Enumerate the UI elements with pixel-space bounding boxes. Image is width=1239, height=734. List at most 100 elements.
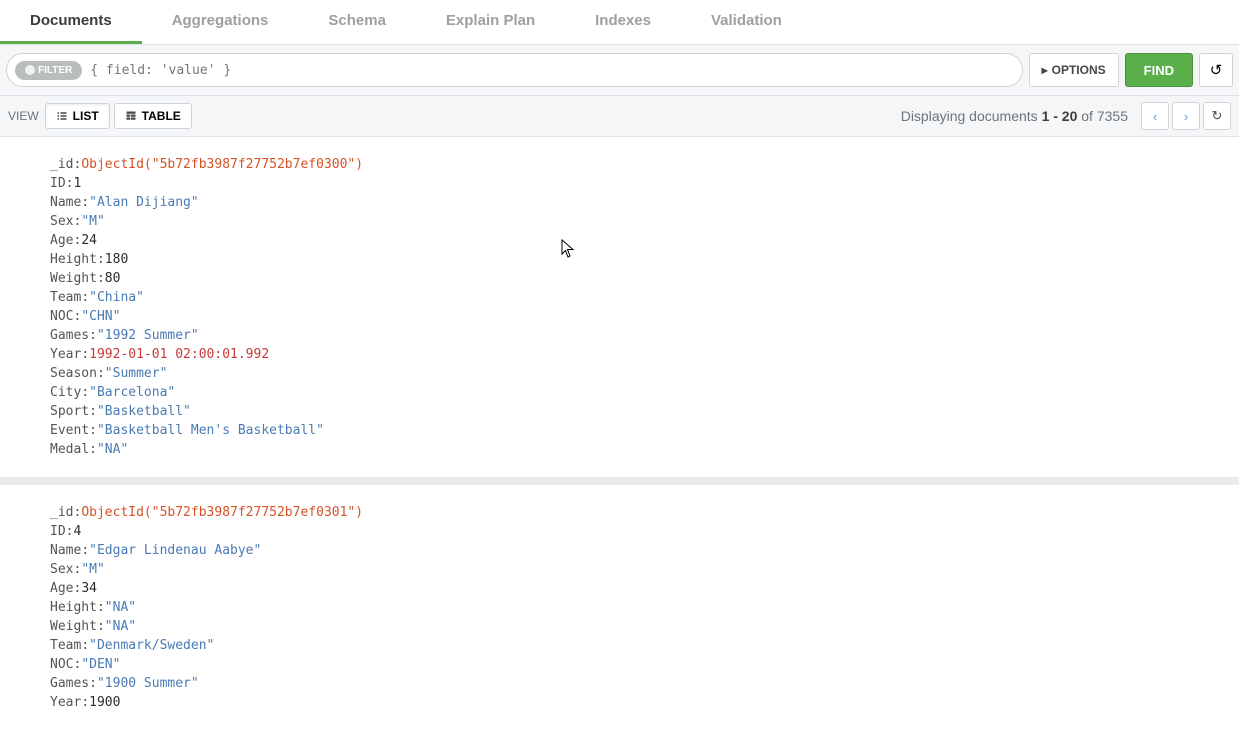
pagination-total: 7355 (1097, 108, 1128, 124)
field-key: Age (50, 581, 73, 596)
field-value: "Denmark/Sweden" (89, 638, 214, 653)
field-row: Games:"1900 Summer" (50, 674, 1219, 693)
query-bar: FILTER ▸ OPTIONS FIND ↺ (0, 45, 1239, 96)
field-key: Weight (50, 271, 97, 286)
collection-tabs: DocumentsAggregationsSchemaExplain PlanI… (0, 0, 1239, 45)
field-value: "1992 Summer" (97, 328, 199, 343)
field-row: Year:1900 (50, 693, 1219, 712)
field-value: 1900 (89, 695, 120, 710)
view-label: VIEW (8, 109, 39, 123)
field-value: "M" (81, 214, 104, 229)
refresh-button[interactable]: ↻ (1203, 102, 1231, 130)
field-colon: : (81, 347, 89, 362)
field-row: Games:"1992 Summer" (50, 326, 1219, 345)
history-icon: ↺ (1210, 61, 1223, 79)
field-row: City:"Barcelona" (50, 383, 1219, 402)
field-value: "Summer" (105, 366, 168, 381)
field-key: Medal (50, 442, 89, 457)
chevron-left-icon: ‹ (1153, 109, 1157, 124)
field-value: 34 (81, 581, 97, 596)
field-row: Height:180 (50, 250, 1219, 269)
field-row: _id:ObjectId("5b72fb3987f27752b7ef0301") (50, 503, 1219, 522)
field-row: ID:1 (50, 174, 1219, 193)
field-value: 24 (81, 233, 97, 248)
field-row: Age:34 (50, 579, 1219, 598)
view-list-button[interactable]: LIST (45, 103, 110, 129)
field-key: ID (50, 176, 66, 191)
field-key: City (50, 385, 81, 400)
field-row: Weight:80 (50, 269, 1219, 288)
options-label: OPTIONS (1052, 63, 1106, 77)
field-value: "CHN" (81, 309, 120, 324)
field-key: Sex (50, 562, 73, 577)
field-key: _id (50, 505, 73, 520)
field-value: "1900 Summer" (97, 676, 199, 691)
field-value: "NA" (105, 600, 136, 615)
tab-indexes[interactable]: Indexes (565, 0, 681, 44)
field-row: _id:ObjectId("5b72fb3987f27752b7ef0300") (50, 155, 1219, 174)
tab-explain-plan[interactable]: Explain Plan (416, 0, 565, 44)
field-key: NOC (50, 309, 73, 324)
prev-page-button[interactable]: ‹ (1141, 102, 1169, 130)
document-card[interactable]: _id:ObjectId("5b72fb3987f27752b7ef0300")… (0, 137, 1239, 485)
field-row: Year:1992-01-01 02:00:01.992 (50, 345, 1219, 364)
field-key: Height (50, 252, 97, 267)
table-button-label: TABLE (142, 109, 181, 123)
filter-input[interactable] (90, 63, 1013, 78)
field-key: ID (50, 524, 66, 539)
field-value: 1992-01-01 02:00:01.992 (89, 347, 269, 362)
filter-wrap: FILTER (6, 53, 1023, 87)
field-key: Games (50, 676, 89, 691)
field-colon: : (97, 252, 105, 267)
find-button[interactable]: FIND (1125, 53, 1193, 87)
field-value: 180 (105, 252, 128, 267)
view-toolbar: VIEW LIST TABLE Displaying documents 1 -… (0, 96, 1239, 137)
field-colon: : (81, 543, 89, 558)
next-page-button[interactable]: › (1172, 102, 1200, 130)
field-colon: : (97, 619, 105, 634)
tab-documents[interactable]: Documents (0, 0, 142, 44)
tab-schema[interactable]: Schema (298, 0, 416, 44)
tab-validation[interactable]: Validation (681, 0, 812, 44)
field-colon: : (89, 328, 97, 343)
options-button[interactable]: ▸ OPTIONS (1029, 53, 1119, 87)
pagination-of: of (1077, 108, 1096, 124)
field-value: "Basketball Men's Basketball" (97, 423, 324, 438)
caret-right-icon: ▸ (1042, 63, 1048, 77)
field-key: Team (50, 290, 81, 305)
field-value: "Barcelona" (89, 385, 175, 400)
field-row: Sport:"Basketball" (50, 402, 1219, 421)
list-icon (56, 110, 68, 122)
field-value: ObjectId("5b72fb3987f27752b7ef0300") (81, 157, 363, 172)
field-value: ObjectId("5b72fb3987f27752b7ef0301") (81, 505, 363, 520)
field-key: Height (50, 600, 97, 615)
refresh-icon: ↻ (1212, 108, 1223, 124)
field-value: "Basketball" (97, 404, 191, 419)
reset-query-button[interactable]: ↺ (1199, 53, 1233, 87)
tab-aggregations[interactable]: Aggregations (142, 0, 299, 44)
pagination-text: Displaying documents 1 - 20 of 7355 (901, 108, 1128, 124)
field-colon: : (89, 423, 97, 438)
field-colon: : (81, 290, 89, 305)
field-colon: : (89, 676, 97, 691)
field-key: Event (50, 423, 89, 438)
field-colon: : (89, 404, 97, 419)
field-row: Weight:"NA" (50, 617, 1219, 636)
field-colon: : (97, 271, 105, 286)
field-colon: : (97, 600, 105, 615)
field-row: Name:"Edgar Lindenau Aabye" (50, 541, 1219, 560)
field-row: Sex:"M" (50, 560, 1219, 579)
filter-badge: FILTER (15, 61, 82, 80)
document-card[interactable]: _id:ObjectId("5b72fb3987f27752b7ef0301")… (0, 485, 1239, 722)
document-list[interactable]: _id:ObjectId("5b72fb3987f27752b7ef0300")… (0, 137, 1239, 722)
pagination-range: 1 - 20 (1042, 108, 1078, 124)
field-value: "Alan Dijiang" (89, 195, 199, 210)
field-colon: : (81, 195, 89, 210)
field-colon: : (97, 366, 105, 381)
field-row: Height:"NA" (50, 598, 1219, 617)
field-key: Year (50, 695, 81, 710)
view-table-button[interactable]: TABLE (114, 103, 192, 129)
field-row: Season:"Summer" (50, 364, 1219, 383)
field-row: Medal:"NA" (50, 440, 1219, 459)
field-key: Season (50, 366, 97, 381)
